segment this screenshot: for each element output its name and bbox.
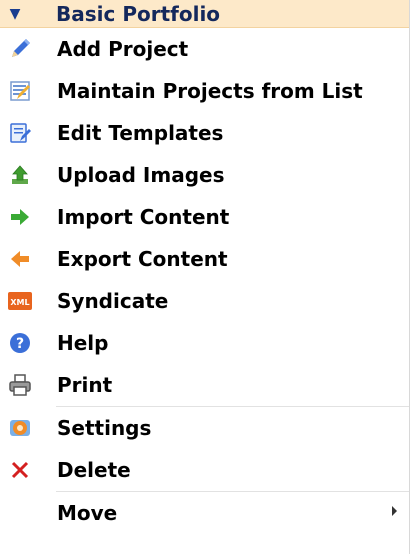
settings-icon: [0, 407, 40, 449]
menu-item-edit-templates[interactable]: Edit Templates: [0, 112, 409, 154]
menu-item-icon-placeholder: [0, 492, 40, 534]
printer-icon: [0, 364, 40, 406]
menu-item-label: Upload Images: [57, 163, 225, 187]
menu-item-upload-images[interactable]: Upload Images: [0, 154, 409, 196]
menu-item-label: Help: [57, 331, 109, 355]
menu-item-label: Maintain Projects from List: [57, 79, 363, 103]
menu-item-maintain-projects[interactable]: Maintain Projects from List: [0, 70, 409, 112]
list-edit-icon: [0, 70, 40, 112]
menu-item-delete[interactable]: Delete: [0, 449, 409, 491]
menu-item-label: Edit Templates: [57, 121, 224, 145]
delete-icon: [0, 449, 40, 491]
help-icon: ?: [0, 322, 40, 364]
menu-item-label: Print: [57, 373, 113, 397]
import-arrow-icon: [0, 196, 40, 238]
menu-item-import-content[interactable]: Import Content: [0, 196, 409, 238]
menu-title: Basic Portfolio: [56, 1, 221, 26]
pencil-icon: [0, 28, 40, 70]
menu-item-move[interactable]: Move: [0, 492, 409, 534]
menu-item-label: Delete: [57, 458, 131, 482]
template-icon: [0, 112, 40, 154]
svg-text:XML: XML: [10, 298, 29, 307]
menu-item-label: Move: [57, 501, 118, 525]
menu-item-label: Import Content: [57, 205, 230, 229]
menu-item-export-content[interactable]: Export Content: [0, 238, 409, 280]
menu-item-label: Export Content: [57, 247, 228, 271]
submenu-arrow-icon: [392, 506, 397, 516]
menu-item-print[interactable]: Print: [0, 364, 409, 406]
menu-item-settings[interactable]: Settings: [0, 407, 409, 449]
upload-icon: [0, 154, 40, 196]
menu-item-label: Settings: [57, 416, 152, 440]
menu-item-add-project[interactable]: Add Project: [0, 28, 409, 70]
menu-item-label: Syndicate: [57, 289, 169, 313]
menu-item-label: Add Project: [57, 37, 189, 61]
menu-item-syndicate[interactable]: XML Syndicate: [0, 280, 409, 322]
xml-icon: XML: [0, 280, 40, 322]
context-menu: ▼ Basic Portfolio Add Project Maintain P…: [0, 0, 410, 554]
svg-text:?: ?: [16, 336, 24, 352]
menu-item-help[interactable]: ? Help: [0, 322, 409, 364]
caret-down-icon[interactable]: ▼: [0, 0, 30, 28]
export-arrow-icon: [0, 238, 40, 280]
menu-header[interactable]: ▼ Basic Portfolio: [0, 0, 409, 28]
